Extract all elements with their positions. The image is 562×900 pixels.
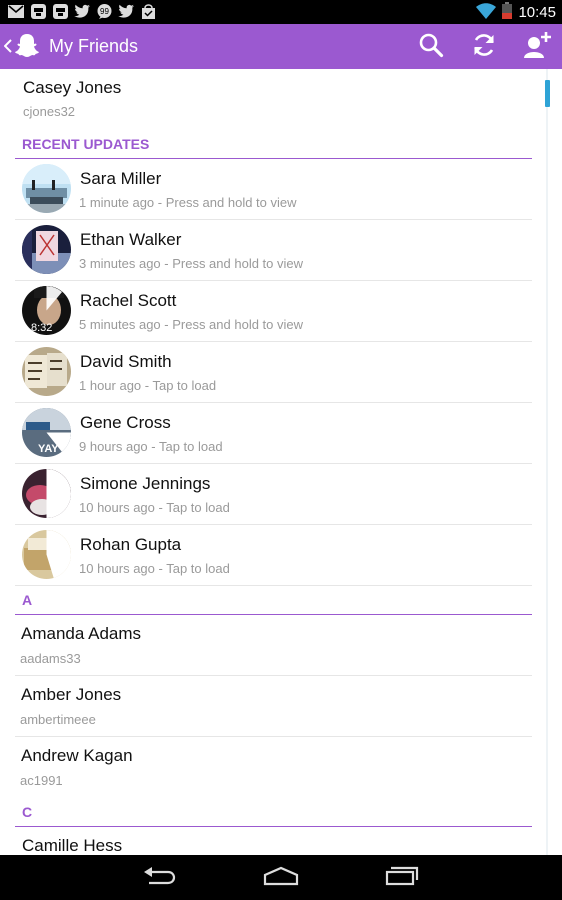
friend-name: Camille Hess <box>22 836 123 855</box>
navigation-bar <box>0 855 562 900</box>
avatar: 8:32 <box>22 286 71 335</box>
twitter-icon <box>118 3 134 19</box>
friend-name: Amber Jones <box>21 685 122 704</box>
friend-username: ambertimeee <box>20 712 96 727</box>
bag-icon <box>140 3 156 19</box>
section-header-a: A <box>15 586 532 615</box>
list-item[interactable]: Rohan Gupta 10 hours ago - Tap to load <box>15 525 532 586</box>
refresh-button[interactable] <box>468 31 500 63</box>
avatar <box>22 530 71 579</box>
back-nav-button[interactable] <box>140 865 180 891</box>
section-title: RECENT UPDATES <box>22 136 150 152</box>
list-item[interactable]: Andrew Kagan ac1991 <box>15 737 532 797</box>
list-item[interactable]: Amber Jones ambertimeee <box>15 676 532 737</box>
section-header-recent: RECENT UPDATES <box>15 130 532 159</box>
search-icon <box>418 32 444 62</box>
app-icon <box>30 3 46 19</box>
add-friend-button[interactable] <box>522 31 554 63</box>
status-bar: 99 10:45 <box>0 0 562 24</box>
friend-name: Andrew Kagan <box>21 746 133 765</box>
section-title: C <box>22 804 33 820</box>
page-title: My Friends <box>49 36 139 56</box>
friend-name: Gene Cross <box>80 413 171 432</box>
twitter-icon <box>74 3 90 19</box>
friend-status: 5 minutes ago - Press and hold to view <box>79 317 304 332</box>
list-item[interactable]: YAY Gene Cross 9 hours ago - Tap to load <box>15 403 532 464</box>
section-title: A <box>22 592 33 608</box>
back-button[interactable] <box>3 32 44 62</box>
list-item[interactable]: Simone Jennings 10 hours ago - Tap to lo… <box>15 464 532 525</box>
chat-icon: 99 <box>96 3 112 19</box>
list-item[interactable]: David Smith 1 hour ago - Tap to load <box>15 342 532 403</box>
friend-status: 10 hours ago - Tap to load <box>79 561 230 576</box>
refresh-icon <box>471 32 497 62</box>
avatar <box>22 164 71 213</box>
friend-name: Rohan Gupta <box>80 535 182 554</box>
recents-icon <box>385 866 419 890</box>
avatar <box>22 347 71 396</box>
friend-name: David Smith <box>80 352 172 371</box>
clock: 10:45 <box>518 4 556 21</box>
back-arrow-icon <box>143 866 177 890</box>
friends-list[interactable]: Casey Jones cjones32 RECENT UPDATES Sara… <box>0 69 562 855</box>
svg-text:99: 99 <box>100 7 109 16</box>
friend-status: 3 minutes ago - Press and hold to view <box>79 256 304 271</box>
svg-text:YAY: YAY <box>38 443 59 455</box>
friend-username: aadams33 <box>20 651 81 666</box>
home-nav-button[interactable] <box>261 865 301 891</box>
friend-name: Ethan Walker <box>80 230 182 249</box>
friend-status: 1 minute ago - Press and hold to view <box>79 195 297 210</box>
snapchat-ghost-icon <box>14 32 40 62</box>
list-item[interactable]: Ethan Walker 3 minutes ago - Press and h… <box>15 220 532 281</box>
friend-name: Rachel Scott <box>80 291 177 310</box>
list-item[interactable]: 8:32 Rachel Scott 5 minutes ago - Press … <box>15 281 532 342</box>
friend-status: 10 hours ago - Tap to load <box>79 500 230 515</box>
battery-icon <box>502 2 513 23</box>
friend-name: Simone Jennings <box>80 474 211 493</box>
friend-name: Sara Miller <box>80 169 162 188</box>
list-item[interactable]: Sara Miller 1 minute ago - Press and hol… <box>15 159 532 220</box>
svg-text:8:32: 8:32 <box>31 322 52 334</box>
search-button[interactable] <box>415 31 447 63</box>
scrollbar-thumb[interactable] <box>545 80 550 107</box>
my-username: cjones32 <box>23 104 76 119</box>
list-item[interactable]: Camille Hess <box>15 827 532 855</box>
add-friend-icon <box>523 30 553 64</box>
section-header-c: C <box>15 798 532 827</box>
avatar: YAY <box>22 408 71 457</box>
my-name: Casey Jones <box>23 78 122 97</box>
friend-name: Amanda Adams <box>21 624 142 643</box>
scroll-track <box>546 69 548 855</box>
my-profile-row[interactable]: Casey Jones cjones32 <box>0 69 532 126</box>
list-item[interactable]: Amanda Adams aadams33 <box>15 615 532 676</box>
wifi-icon <box>476 2 497 23</box>
friend-status: 1 hour ago - Tap to load <box>79 378 217 393</box>
recents-nav-button[interactable] <box>382 865 422 891</box>
friend-status: 9 hours ago - Tap to load <box>79 439 223 454</box>
gmail-icon <box>8 3 24 19</box>
avatar <box>22 225 71 274</box>
app-icon <box>52 3 68 19</box>
avatar <box>22 469 71 518</box>
chevron-left-icon <box>3 38 12 57</box>
friend-username: ac1991 <box>20 773 63 788</box>
home-icon <box>263 866 299 890</box>
action-bar: My Friends <box>0 24 562 69</box>
